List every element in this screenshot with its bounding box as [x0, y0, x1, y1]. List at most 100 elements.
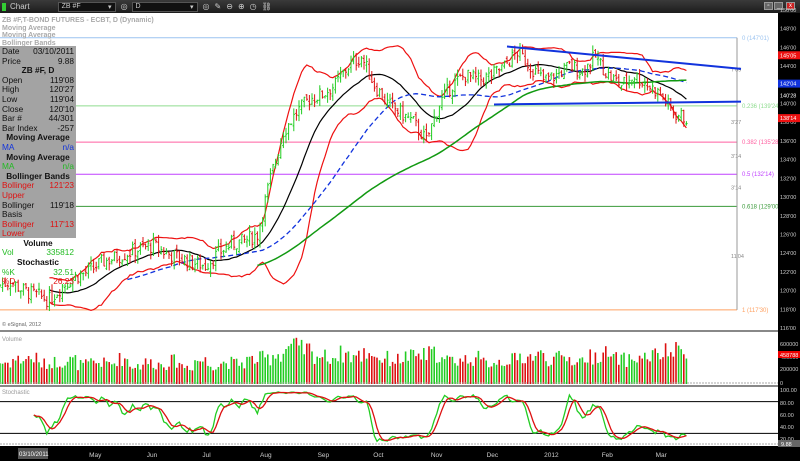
y-tick-label: 130'00	[780, 195, 796, 201]
volume-bar	[391, 361, 394, 384]
volume-tag-label: 458788	[780, 353, 798, 359]
volume-bar	[256, 362, 259, 384]
volume-bar	[207, 365, 209, 384]
fib-level-label: 0.618 (129'00)	[742, 204, 781, 210]
volume-bar	[293, 338, 295, 384]
volume-bar	[545, 361, 547, 384]
x-tick-label: Nov	[431, 452, 443, 459]
volume-bar	[248, 356, 251, 384]
volume-bar	[337, 361, 339, 384]
volume-bar	[295, 337, 298, 384]
stochastic-pane[interactable]	[0, 387, 778, 446]
volume-bar	[35, 352, 38, 384]
volume-bar	[290, 343, 292, 384]
price-chart[interactable]: 0 (147'01) 0.236 (139'24) 0.382 (135'28) 0.…	[0, 0, 800, 461]
volume-bar	[506, 364, 508, 384]
volume-bar	[191, 370, 194, 384]
volume-bar	[254, 363, 256, 384]
volume-bar	[264, 357, 266, 384]
volume-bar	[118, 352, 121, 384]
volume-bar	[238, 365, 240, 384]
volume-bar	[277, 354, 279, 384]
volume-bar	[454, 363, 456, 384]
volume-bar	[625, 366, 628, 384]
volume-bar	[584, 362, 586, 384]
volume-bar	[230, 356, 233, 384]
volume-bar	[152, 367, 155, 384]
volume-bar	[14, 360, 17, 384]
volume-bar	[685, 358, 688, 384]
volume-tick-label: 200000	[780, 367, 798, 373]
vol-label: Vol	[2, 247, 14, 258]
fib-level-label: 0.5 (132'14)	[742, 172, 774, 178]
volume-bar	[412, 349, 415, 384]
fib-span-label: 3'14	[731, 186, 741, 192]
volume-bar	[124, 358, 126, 384]
volume-bar	[540, 350, 542, 384]
volume-bar	[280, 361, 282, 384]
volume-bar	[163, 367, 165, 384]
volume-bar	[186, 365, 188, 384]
volume-bar	[199, 361, 201, 384]
y-tick-label: 116'00	[780, 326, 796, 332]
volume-bar	[467, 363, 469, 384]
cursor-date: 03/10/2011	[19, 452, 49, 458]
x-tick-label: 2012	[544, 452, 559, 459]
volume-bar	[181, 364, 183, 384]
bb-upper-value: 121'23	[49, 180, 74, 191]
volume-bar	[220, 363, 222, 384]
stochastic-pane-title: Stochastic	[2, 390, 30, 396]
volume-bar	[420, 359, 422, 384]
volume-bar	[503, 366, 506, 384]
volume-bar	[612, 353, 615, 384]
volume-bar	[469, 362, 472, 384]
volume-bar	[25, 359, 27, 384]
volume-bar	[131, 368, 134, 384]
volume-bar	[121, 366, 123, 384]
volume-bar	[147, 364, 149, 384]
volume-bar	[389, 366, 391, 384]
volume-bar	[202, 361, 204, 384]
volume-bar	[542, 353, 545, 384]
volume-bar	[144, 358, 147, 384]
volume-bar	[423, 347, 425, 384]
volume-bar	[176, 367, 178, 384]
volume-bar	[87, 361, 90, 384]
volume-bar	[644, 352, 646, 384]
volume-bar	[311, 351, 313, 384]
volume-bar	[490, 366, 493, 384]
volume-bar	[246, 356, 248, 384]
volume-bar	[631, 359, 633, 384]
volume-bar	[228, 368, 230, 384]
volume-bar	[667, 356, 669, 384]
volume-bar	[615, 352, 617, 384]
volume-bar	[402, 361, 404, 384]
d-label: %D	[2, 276, 16, 287]
volume-bar	[646, 359, 649, 384]
volume-bar	[212, 370, 214, 384]
x-tick-label: Mar	[656, 452, 668, 459]
volume-bar	[373, 356, 376, 384]
volume-bar	[59, 366, 61, 384]
volume-bar	[267, 354, 269, 384]
volume-bar	[641, 358, 643, 384]
volume-bar	[352, 355, 355, 384]
volume-bar	[365, 358, 368, 384]
volume-bar	[4, 362, 6, 384]
volume-bar	[168, 366, 170, 384]
volume-bar	[40, 367, 43, 384]
volume-bar	[462, 361, 464, 384]
volume-bar	[308, 343, 311, 384]
fib-level-label: 0 (147'01)	[742, 36, 769, 42]
volume-bar	[581, 357, 584, 384]
volume-bar	[610, 356, 612, 384]
volume-bar	[170, 354, 173, 384]
y-tick-label: 134'00	[780, 158, 796, 164]
x-tick-label: Sep	[318, 452, 330, 459]
volume-bar	[178, 362, 181, 384]
volume-bar	[558, 350, 560, 384]
volume-bar	[316, 356, 318, 384]
x-tick-label: May	[89, 452, 102, 459]
volume-bar	[92, 360, 95, 384]
volume-bar	[251, 355, 253, 384]
